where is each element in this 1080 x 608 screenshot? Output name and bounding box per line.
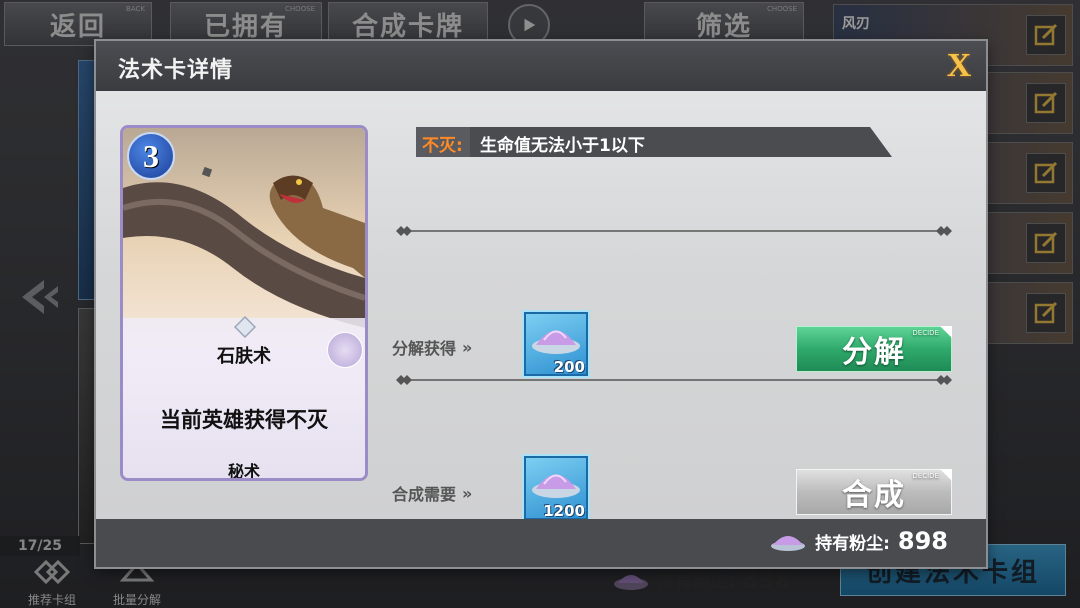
dust-pile-icon — [532, 474, 580, 498]
disenchant-row-label: 分解获得 » — [392, 335, 473, 359]
keyword-effect-bar: 不灭: 生命值无法小于1以下 — [416, 127, 892, 157]
dialog-title: 法术卡详情 — [118, 58, 234, 83]
disenchant-button-label: 分解 — [842, 335, 906, 370]
button-corner — [940, 326, 952, 338]
effect-keyword: 不灭: — [422, 136, 463, 156]
craft-button[interactable]: 合成 DECIDE — [796, 469, 952, 515]
dust-pile-icon — [532, 330, 580, 354]
disenchant-reward-item: 200 — [522, 310, 590, 378]
dust-counter: 持有粉尘: 898 — [769, 527, 948, 555]
card-name: 石肤术 — [217, 346, 271, 367]
dialog-header: 法术卡详情 X — [96, 41, 986, 91]
craft-button-tag: DECIDE — [912, 472, 939, 480]
disenchant-label: 分解获得 — [392, 339, 457, 358]
craft-row-label: 合成需要 » — [392, 481, 473, 505]
section-divider — [396, 226, 952, 236]
disenchant-button[interactable]: 分解 DECIDE — [796, 326, 952, 372]
button-corner — [940, 469, 952, 481]
disenchant-button-tag: DECIDE — [912, 329, 939, 337]
spell-card-detail-dialog: 法术卡详情 X 3 石肤术 当前英雄获得不灭 秘术 不灭: 生命值无法小于1以下… — [96, 41, 986, 567]
effect-text: 生命值无法小于1以下 — [480, 136, 645, 156]
card-cost: 3 — [127, 132, 175, 180]
craft-button-label: 合成 — [842, 478, 906, 513]
card-type: 秘术 — [227, 462, 260, 481]
section-divider — [396, 375, 952, 385]
chevron-right-icon: » — [462, 483, 473, 503]
craft-label: 合成需要 — [392, 485, 457, 504]
spell-card: 3 石肤术 当前英雄获得不灭 秘术 — [120, 125, 368, 481]
chevron-right-icon: » — [462, 337, 473, 357]
rarity-gem-icon — [234, 316, 256, 338]
dust-value: 898 — [897, 527, 948, 555]
card-description: 当前英雄获得不灭 — [160, 408, 328, 432]
craft-cost-item: 1200 — [522, 454, 590, 522]
dust-label: 持有粉尘: — [815, 533, 890, 554]
craft-amount: 1200 — [543, 502, 585, 520]
dialog-body: 3 石肤术 当前英雄获得不灭 秘术 不灭: 生命值无法小于1以下 分解获得 » — [96, 91, 986, 522]
dust-icon — [771, 536, 806, 551]
dialog-footer: 持有粉尘: 898 — [96, 519, 986, 567]
close-button[interactable]: X — [942, 47, 976, 84]
